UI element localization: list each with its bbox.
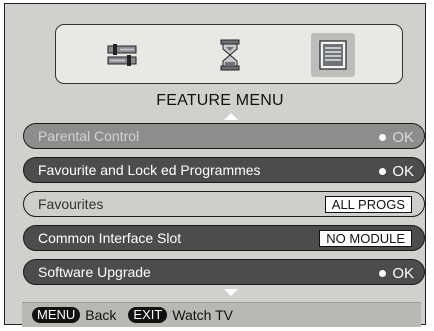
ok-indicator: OK [379, 263, 414, 283]
menu-item-label: Favourites [38, 196, 104, 212]
ok-indicator: OK [379, 127, 414, 147]
ok-label: OK [392, 162, 414, 180]
menu-key-button[interactable]: MENU [32, 307, 81, 323]
menu-item-parental-control[interactable]: Parental Control OK [23, 123, 425, 149]
ci-slot-value: NO MODULE [319, 230, 412, 247]
feature-menu-icon[interactable] [311, 33, 355, 77]
ok-dot-icon [379, 167, 387, 175]
settings-sliders-icon[interactable] [100, 33, 144, 77]
menu-item-favourite-lock[interactable]: Favourite and Lock ed Programmes OK [23, 157, 425, 183]
exit-key-label: Watch TV [172, 307, 233, 323]
tv-screen: FEATURE MENU Parental Control OK Favouri… [0, 0, 434, 331]
hourglass-icon[interactable] [208, 33, 252, 77]
page-title: FEATURE MENU [156, 92, 284, 109]
menu-item-label: Favourite and Lock ed Programmes [38, 162, 261, 178]
menu-icon-bar [55, 24, 403, 84]
ok-label: OK [392, 264, 414, 282]
menu-item-label: Software Upgrade [38, 264, 151, 280]
ok-label: OK [392, 128, 414, 146]
menu-item-common-interface-slot[interactable]: Common Interface Slot NO MODULE [23, 225, 425, 251]
ok-dot-icon [379, 133, 387, 141]
exit-key-button[interactable]: EXIT [128, 307, 168, 323]
menu-item-favourites[interactable]: Favourites ALL PROGS [23, 191, 425, 217]
footer-bar: MENU Back EXIT Watch TV [22, 302, 421, 327]
ok-indicator: OK [379, 161, 414, 181]
menu-panel: FEATURE MENU Parental Control OK Favouri… [4, 3, 426, 327]
menu-item-label: Common Interface Slot [38, 230, 182, 246]
menu-item-label: Parental Control [38, 128, 140, 144]
menu-item-software-upgrade[interactable]: Software Upgrade OK [23, 259, 425, 285]
menu-key-label: Back [85, 307, 117, 323]
ok-dot-icon [379, 269, 387, 277]
scroll-down-arrow-icon [224, 289, 238, 296]
scroll-up-arrow-icon [224, 113, 238, 120]
favourites-value[interactable]: ALL PROGS [324, 196, 412, 213]
